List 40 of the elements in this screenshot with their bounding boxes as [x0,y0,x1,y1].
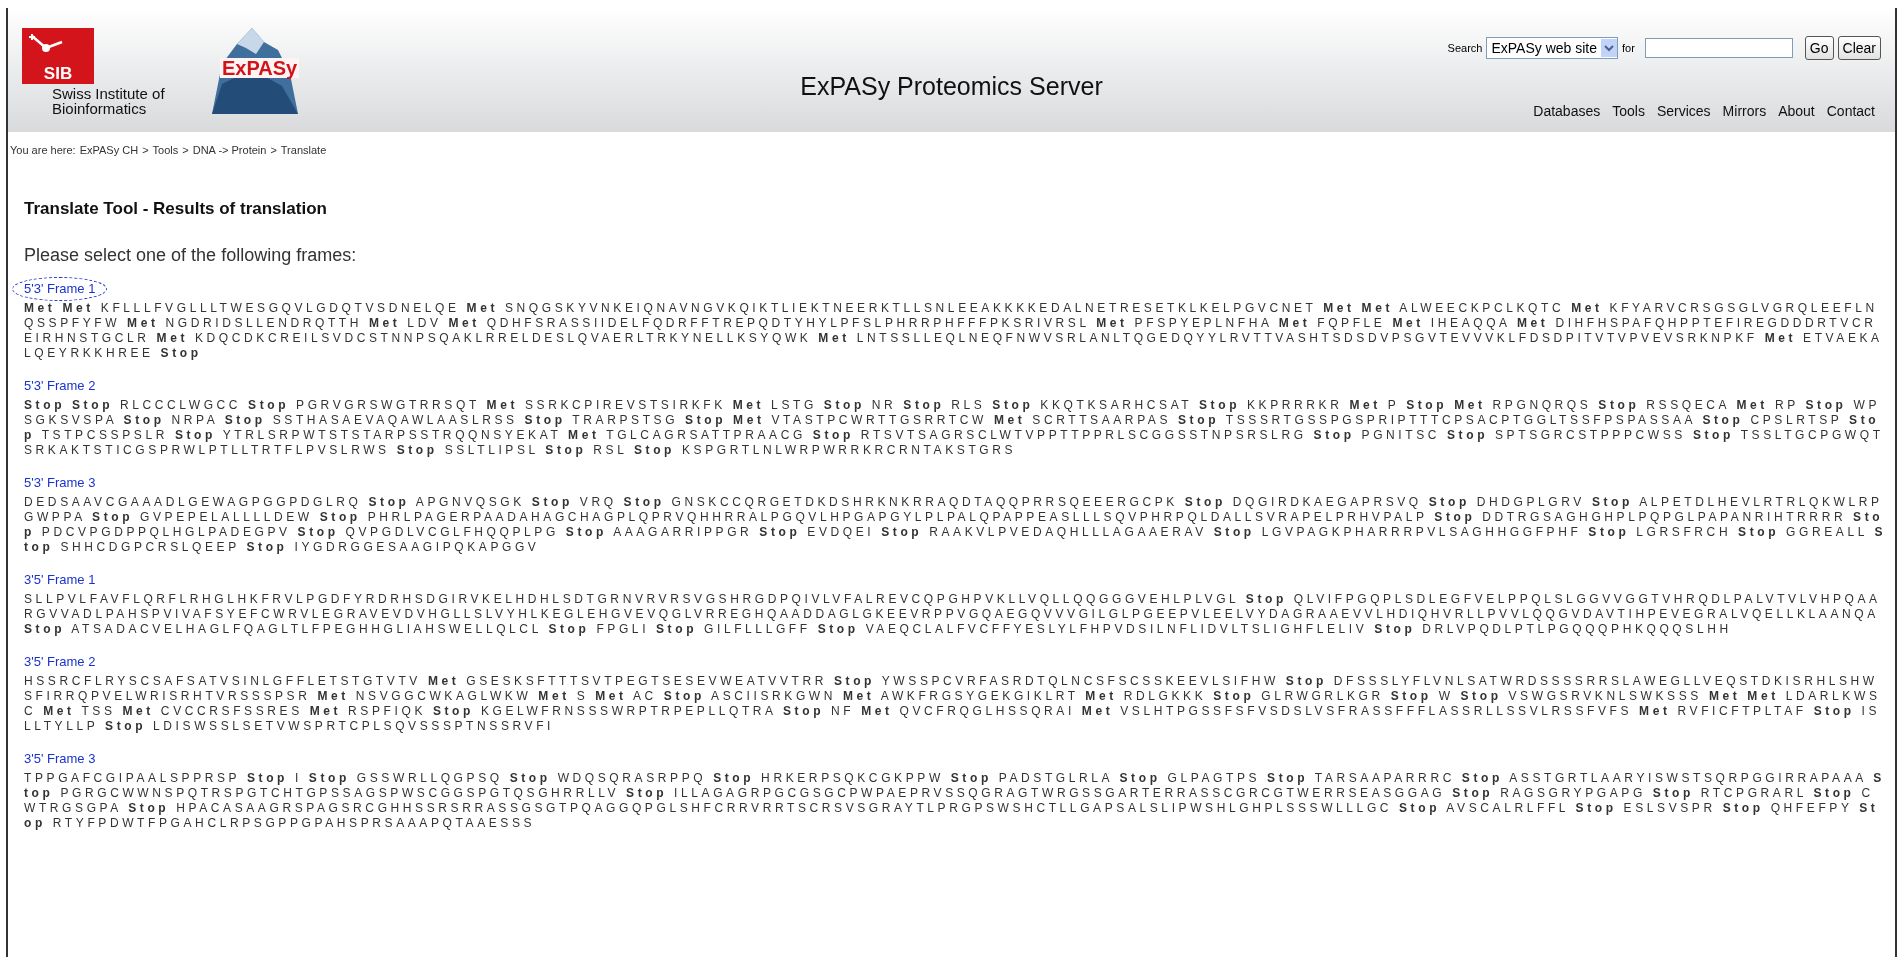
nav-link[interactable]: Tools [1612,101,1645,122]
caret-icon [1601,39,1617,57]
logo-text: ExPASy [220,58,300,78]
scope-select[interactable]: ExPASy web site [1486,37,1618,59]
breadcrumb-separator: > [182,142,189,158]
breadcrumb-link[interactable]: DNA -> Protein [192,141,267,159]
nav-link[interactable]: Databases [1533,101,1601,122]
nav-link[interactable]: Mirrors [1722,101,1767,122]
frame-link[interactable]: 5'3' Frame 3 [12,470,108,495]
breadcrumb-link[interactable]: ExPASy CH [79,141,139,159]
breadcrumb-link[interactable]: Translate [280,141,327,159]
expasy-logo[interactable]: ExPASy [212,24,298,114]
frame-link[interactable]: 3'5' Frame 2 [12,649,108,674]
breadcrumb-label: You are here: [10,142,76,158]
protein-sequence: Met Met KFLLLFVGLLLTWESGQVLGDQTVSDNELQE Met SNQGSKYVNKEIQNAVNGVKQIKTLIEKTNEERKTLLSNLEEAKKKKEDALNETRESETKLKELPGVCNET Met Met ALWEECKPCLKQTC Met KFYARVCRSGSGLVGRQLEEFLNQSSPFYFW Met NGDRIDSLLENDRQTTH Met LDV Met QDHFSRASSIIDELFQDRFFTREPQDTYHYLPFSLPHRRPHFFFPKSRIVRSL Met PFSPYEPLNFHA Met FQPFLE Met IHEAQQA Met DIHFHSPAFQHPPTEFIREGDDDRTVCREIRHNSTGCLR Met KDQCDKCREILSVDCSTNNPSQAKLRRELDESLQVAERLTRKYNELLKSYQWK Met LNTSSLLEQLNEQFNWVSRLANLTQGEDQYYLRVTTVASHTSDSDVPSGVTEVVVKLFDSDPITVTVPVEVSRKNPKF Met ETVAEKALQEYRKKHREE Stop [24,300,1884,361]
protein-sequence: DEDSAAVCGAAADLGEWAGPGGPDGLRQ Stop APGNVQSGK Stop VRQ Stop GNSKCCQRGETDKDSHRKNKRRAQDTAQQPRRSQEEERGCPK Stop DQGIRDKAEGAPRSVQ Stop DHDGPLGRV Stop ALPETDLHEVLRTRLQKWLRPGWPPA Stop GVPEPELALLLLDEW Stop PHRLPAGERPAADAHAGCHAGPLQPRVQHHRRALPGQVLHPGAPGYLPLPALQPAPPEASLLLSQVPHRPQLDALLSVRAPELPRHVPALP Stop DDTRGSAGHGHPLPQPGLPAPANRIHTRRRR Stop PDCVPGDPPQLHGLPADEGPV Stop QVPGDLVCGLFHQQPLPG Stop AAAGARRIPPGR Stop EVDQEI Stop RAAKVLPVEDAQHLLLAGAAERAV Stop LGVPAGKPHARRRPVLSAGHHGGFPHF Stop LGRSFRCH Stop GGREALL Stop SHHCDGPCRSLQEEP Stop IYGDRGGESAAGIPQKAPGGV [24,494,1887,555]
breadcrumb-separator: > [270,142,277,158]
frame-link[interactable]: 5'3' Frame 2 [12,373,108,398]
institute-name: Swiss Institute of Bioinformatics [52,86,166,116]
instruction-text: Please select one of the following frames: [24,243,358,267]
search-field[interactable] [1644,38,1793,58]
protein-sequence: SLLPVLFAVFLQRFLRHGLHKFRVLPGDFYRDRHSDGIRVKELHDHLSDTGRNVRVRSVGSHRGDPQIVLVFALREVCQPGHPVKLLVQLLQQGGGVEHLPLVGL Stop QLVIFPGQPLSDLEGFVELPPQLSLGGVVGGTVHRQDLPALVTVLVHPQAARGVVADLPAHSPVIVAFSYEFCWRVLEGRAVEVDVHGLLSLVYHLKEGLEHGVEVQGLVRREGHQAADDAGLGKEEVRPPVGQAEGQVVVGILGLPGEEPVLEELVYDAGRAAEVVLHDIQHVRLLPVVLQQGVDAVTIHPEVEGRALVQELLKLAANQA Stop ATSADACVELHAGLFQAGLTLFPEGHHGLIAHSWELLQLCL Stop FPGLI Stop GILFLLLGFF Stop VAEQCLALFVCFFYESLYLFHPVDSILNFLIDVLTSLIGHFLELIV Stop DRLVPQDLPTLPGQQQPHKQQQSLHH [24,591,1882,637]
frame-link[interactable]: 3'5' Frame 3 [12,746,108,771]
breadcrumb-link[interactable]: Tools [152,141,179,159]
frame-link[interactable]: 3'5' Frame 1 [12,567,108,592]
protein-sequence: HSSRCFLRYSCSAFSATVSINLGFFLETSTGTVTV Met GSESKSFTTTSVTPEGTSESEVWEATVVTRR Stop YWSSPCVRFASRDTQLNCSFSCSSKEEVLSIFHW Stop DFSSSLYFLVNLSATWRDSSSSRRSLAWEGLLVEQSTDKISRHLSHWSFIRRQPVELWRISRHTVRSSSPSR Met NSVGGCWKAGLWKW Met S Met AC Stop ASCIISRKGWN Met AWKFRGSYGEKGIKLRT Met RDLGKKK Stop GLRWGRLKGR Stop W Stop VSWGSRVKNLSWKSSS Met Met LDARLKWSC Met TSS Met CVCCRSFSSRES Met RSPFIQK Stop KGELWFRNSSSWRPTRPEPLLQTRA Stop NF Met QVCFRQGLHSSQRAI Met VSLHTPGSSFSFVSDSLVSFRASSFFFLASSRLLSSVLRSSFVFS Met RVFICFTPLTAF Stop ISLLTYLLP Stop LDISWSSLSETVWSPRTCPLSQVSSSPTNSSRVFI [24,673,1882,734]
site-title: ExPASy Proteomics Server [800,71,1103,102]
protein-sequence: Stop Stop RLCCCLWGCC Stop PGRVGRSWGTRRSQT Met SSRKCPIREVSTSIRKFK Met LSTG Stop NR Stop RLS Stop KKQTKSARHCSAT Stop KKPRRRKR Met P Stop Met RPGNQRQS Stop RSSQECA Met RP Stop WPSGKSVSPA Stop NRPA Stop SSTHASAEVAQAWLAASLRSS Stop TRARPSTSG Stop Met VTASTPCWRTTGSRRTCW Met SCRTTSAARPAS Stop TSSSRTGSSPGSPRIPTTTCPSACPTGGLTSSFPSPASSAA Stop CPSLRTSP Stop TSTPCSSPSLR Stop YTRLSRPWTSTSTARPSSTRQQNSYEKAT Met TGLCAGRSATTPRAACG Stop RTSVTSAGRSCLWTVPPTTPPRLSCGGSSTNPSRSLRG Stop PGNITSC Stop SPTSGRCSTPPPCWSS Stop TSSLTGCPGWQTSRKAKTSTICGSPRWLPTLLTRTFLPVSLRWS Stop SSLTLIPSL Stop RSL Stop KSPGRTLNLWRPWRRKRCRNTAKSTGRS [24,397,1885,458]
search-form-button[interactable]: Go [1804,36,1834,60]
nav-link[interactable]: About [1778,101,1815,122]
sib-logo[interactable]: SIB [22,28,94,84]
protein-sequence: TPPGAFCGIPAALSPPRSP Stop I Stop GSSWRLLQGPSQ Stop WDQSQRASRPPQ Stop HRKERPSQKCGKPPW Stop PADSTGLRLA Stop GLPAGTPS Stop TARSAAPARRRC Stop ASSTGRTLAARYISWSTSQRPGGIRRAPAAA Stop PGRGCWWNSPQTRSPGTCHTGPSSAGSPWSCGGSPGTQSGHRRLLV Stop ILLAGAGRPGCGSGCPWPAEPRVSSQGRAGTWRGSSGARTERRASSCGRCGTWERRSEASGGAG Stop RAGSGRYPGAPG Stop RTCPGRARL Stop CWTRGSGPA Stop HPACASAAGRSPAGSRCGHHSSRSRRASSGSGTPQAGGQPGLSHFCRRVRRTSCRSVSGRAYTLPRGPSWSHCTLLGAPSALSLIPWSHLGHPLSSSWLLLGC Stop AVSCALRLFFL Stop ESLSVSPR Stop QHFEFPY Stop RTYFPDWTFPGAHCLRPSGPPGPAHSPRSAAAPQTAAESSS [24,770,1886,831]
nav-link[interactable]: Services [1656,101,1711,122]
breadcrumb-separator: > [142,142,149,158]
logo-text: SIB [43,65,73,82]
for-label: for [1622,40,1635,56]
nav-link[interactable]: Contact [1826,101,1875,122]
search-label: Search [1447,40,1483,56]
search-form-button[interactable]: Clear [1837,36,1881,60]
page-heading: Translate Tool - Results of translation [24,198,328,220]
